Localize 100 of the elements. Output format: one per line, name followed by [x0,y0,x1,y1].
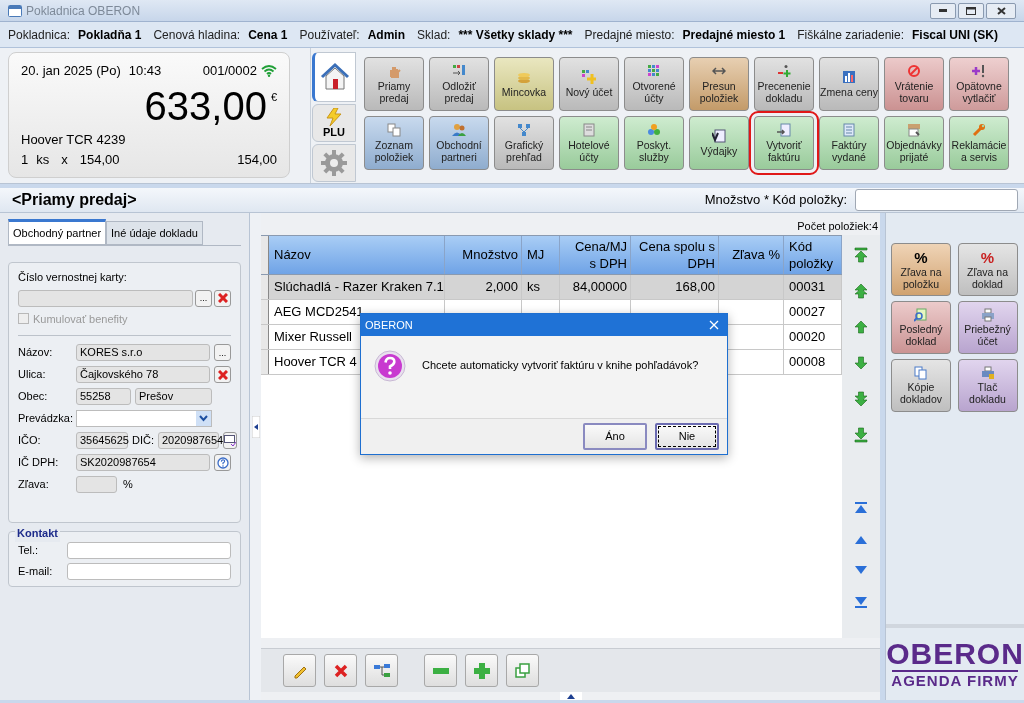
clear-button[interactable] [214,366,231,383]
text-field[interactable]: KORES s.r.o [76,344,211,361]
text-field[interactable] [67,542,231,559]
structure-button[interactable] [365,654,398,688]
arrow-to-bottom-icon[interactable] [853,426,869,443]
arrow-down-icon[interactable] [853,354,869,371]
row-header[interactable] [261,324,269,349]
text-field[interactable] [67,563,231,580]
function-button[interactable]: Zoznam položiek [364,116,424,170]
minus-button[interactable] [424,654,457,688]
field-label: Číslo vernostnej karty: [18,270,128,285]
function-button[interactable]: Precenenie dokladu [754,57,814,111]
triangle-down-icon[interactable] [854,564,868,575]
more-button[interactable]: ... [214,344,231,361]
arrow-up-icon[interactable] [853,318,869,335]
column-header[interactable]: Zľava % [719,235,784,274]
function-button[interactable]: Presun položiek [689,57,749,111]
text-field[interactable] [76,476,117,493]
function-button[interactable]: Objednávky prijaté [884,116,944,170]
close-button[interactable] [986,2,1016,19]
table-cell-text: Mixer Russell [274,328,352,346]
double-arrow-up-icon[interactable] [853,282,869,299]
action-button[interactable]: % Zľava na položku [891,243,951,296]
clear-button[interactable] [214,289,231,307]
side-tab[interactable] [312,144,356,182]
window-icon [224,435,236,446]
edit-button[interactable] [283,654,316,688]
column-header[interactable]: Cena spolu s DPH [631,235,719,274]
function-button[interactable]: Opätovne vytlačiť [949,57,1009,111]
action-button[interactable]: % Zľava na doklad [957,243,1018,296]
delete-button[interactable] [324,654,357,688]
function-button[interactable]: Hotelové účty [559,116,619,170]
row-header[interactable] [261,274,269,299]
column-header[interactable]: Množstvo [445,235,522,274]
column-header[interactable]: Názov [269,235,445,274]
text-field[interactable]: SK2020987654 [76,454,211,471]
column-header[interactable]: Cena/MJ s DPH [560,235,631,274]
table-cell-text: ks [527,278,540,296]
copy-button[interactable] [506,654,539,688]
function-button[interactable]: Reklamácie a servis [949,116,1009,170]
triangle-up-icon[interactable] [854,534,868,545]
text-field[interactable]: Prešov [135,388,212,405]
dialog-button[interactable]: Áno [583,423,647,450]
maximize-button[interactable] [958,2,984,19]
question-icon [216,456,229,469]
function-button[interactable]: Obchodní partneri [429,116,489,170]
more-button[interactable]: ... [195,289,212,307]
action-button[interactable]: Priebežný účet [957,301,1018,354]
date-text: 20. jan 2025 (Po) [21,62,121,80]
arrow-to-top-icon[interactable] [853,246,869,263]
action-button[interactable]: Posledný doklad [891,301,951,354]
row-header[interactable] [261,299,269,324]
question-icon [374,350,406,382]
window-title: Pokladnica OBERON [26,2,141,20]
text-field[interactable]: 35645625 [76,432,128,449]
line-total: 154,00 [237,150,277,169]
collapse-handle-icon[interactable] [251,415,260,438]
lookup-button[interactable] [223,432,237,449]
last-icon[interactable] [854,594,868,609]
document-icon [712,129,726,143]
document-icon [842,123,856,137]
function-button[interactable]: Otvorené účty [624,57,684,111]
function-button[interactable]: Nový účet [559,57,619,111]
help-button[interactable] [214,454,231,471]
function-button[interactable]: Odložiť predaj [429,57,489,111]
row-header[interactable] [261,349,269,374]
document-number: 001/0002 [202,62,257,80]
function-button[interactable]: Výdajky [689,116,749,170]
text-field[interactable]: 55258 [76,388,131,405]
function-button[interactable]: Grafický prehľad [494,116,554,170]
action-button[interactable]: Tlač dokladu [957,359,1018,412]
function-button[interactable]: Zmena ceny [819,57,879,111]
table-row[interactable]: Slúchadlá - Razer Kraken 7.1 2,000 ks 84,00000 168,00 00031 [261,274,842,300]
column-header[interactable]: MJ [522,235,560,274]
panel-tab[interactable]: Obchodný partner [8,219,107,245]
side-tab[interactable]: PLU [312,104,356,142]
minimize-button[interactable] [930,2,956,19]
action-button[interactable]: Kópie dokladov [891,359,951,412]
loyalty-card-field[interactable] [18,289,193,307]
expand-handle-icon[interactable] [559,692,582,700]
function-button[interactable]: Mincovka [494,57,554,111]
function-button[interactable]: Priamy predaj [364,57,424,111]
side-tab[interactable] [312,52,356,102]
minimize-icon [939,9,947,12]
panel-tab[interactable]: Iné údaje dokladu [106,221,203,245]
function-button[interactable]: Vrátenie tovaru [884,57,944,111]
info-value: Admin [367,26,406,44]
first-icon[interactable] [854,500,868,515]
function-button[interactable]: Poskyt. služby [624,116,684,170]
dialog-button[interactable]: Nie [655,423,719,450]
minus-icon [432,667,449,674]
printer-icon [980,308,995,322]
item-name: Hoover TCR 4239 [21,131,127,149]
plus-button[interactable] [465,654,498,688]
dropdown[interactable] [76,410,212,427]
function-button[interactable]: Faktúry vydané [819,116,879,170]
text-field[interactable]: Čajkovského 78 [76,366,211,383]
quantity-code-field[interactable] [855,189,1018,211]
double-arrow-down-icon[interactable] [853,390,869,407]
wifi-icon [261,64,277,78]
